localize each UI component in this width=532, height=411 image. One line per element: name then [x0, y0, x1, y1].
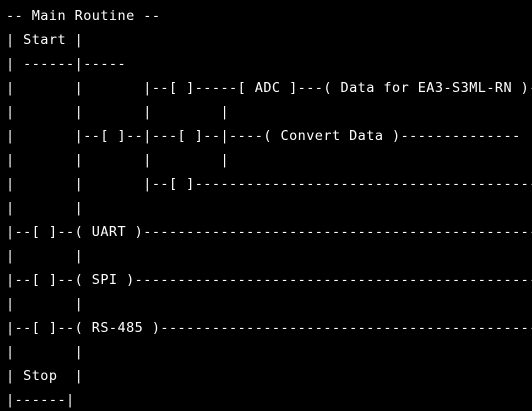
rail-line: | |: [6, 200, 84, 216]
convert-data-rung: | |--[ ]--|---[ ]--|----( Convert Data )…: [6, 128, 521, 144]
rail-line: | |: [6, 344, 84, 360]
rail-line: | |: [6, 248, 84, 264]
routine-title: -- Main Routine --: [6, 8, 161, 24]
rail-line: | | | |: [6, 152, 230, 168]
rail-line: | ------|-----: [6, 56, 127, 72]
start-label: | Start |: [6, 32, 84, 48]
adc-rung: | | |--[ ]-----[ ADC ]---( Data for EA3-…: [6, 80, 532, 96]
contact-rung: | | |--[ ]------------------------------…: [6, 176, 532, 192]
rail-line: | | | |: [6, 104, 230, 120]
rail-line: | |: [6, 296, 84, 312]
rs485-rung: |--[ ]--( RS-485 )----------------------…: [6, 320, 532, 336]
rail-end: |------|: [6, 392, 75, 408]
stop-label: | Stop |: [6, 368, 84, 384]
spi-rung: |--[ ]--( SPI )-------------------------…: [6, 272, 532, 288]
uart-rung: |--[ ]--( UART )------------------------…: [6, 224, 532, 240]
terminal-window: -- Main Routine -- | Start | | ------|--…: [0, 0, 532, 411]
